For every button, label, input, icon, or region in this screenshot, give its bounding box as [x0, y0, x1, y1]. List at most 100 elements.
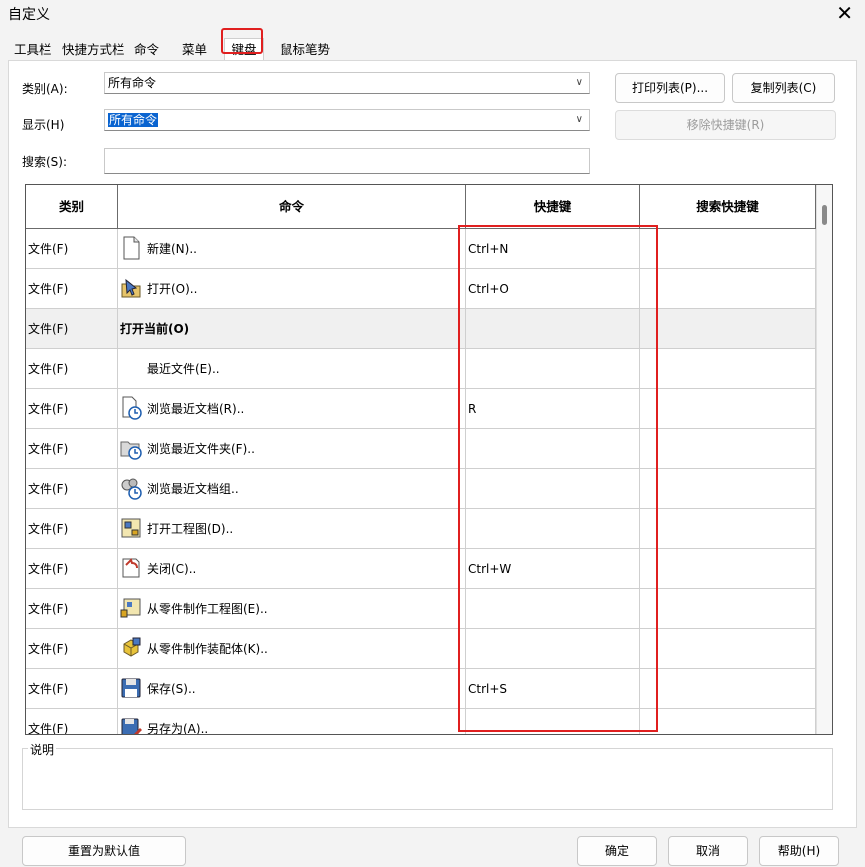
table-row[interactable]: 文件(F) 从零件制作装配体(K)..: [26, 629, 816, 669]
column-header-shortcut[interactable]: 快捷键: [466, 185, 640, 229]
table-row[interactable]: 文件(F) 浏览最近文件夹(F)..: [26, 429, 816, 469]
table-row[interactable]: 文件(F) 浏览最近文档组..: [26, 469, 816, 509]
vertical-scrollbar[interactable]: [816, 185, 832, 734]
help-button[interactable]: 帮助(H): [759, 836, 839, 866]
command-label: 从零件制作装配体(K)..: [147, 642, 268, 656]
command-label: 从零件制作工程图(E)..: [147, 602, 268, 616]
shortcut-cell[interactable]: [466, 509, 640, 549]
command-label: 最近文件(E)..: [147, 362, 220, 376]
table-row[interactable]: 文件(F) 新建(N).. Ctrl+N: [26, 229, 816, 269]
shortcut-cell[interactable]: Ctrl+S: [466, 669, 640, 709]
ok-button[interactable]: 确定: [577, 836, 657, 866]
tab-strip: 工具栏 快捷方式栏 命令 菜单 键盘 鼠标笔势: [0, 38, 865, 61]
chevron-down-icon: ∨: [575, 114, 583, 125]
tab-shortcut-bar[interactable]: 快捷方式栏: [62, 40, 125, 60]
show-value: 所有命令: [108, 113, 159, 127]
scrollbar-thumb[interactable]: [822, 205, 827, 225]
search-input[interactable]: [104, 148, 590, 174]
make-drawing-icon: [120, 598, 141, 618]
table-row[interactable]: 文件(F) 最近文件(E)..: [26, 349, 816, 389]
shortcut-cell[interactable]: [466, 629, 640, 669]
window-title: 自定义: [8, 7, 50, 23]
command-label: 保存(S)..: [147, 682, 196, 696]
shortcut-cell[interactable]: [466, 589, 640, 629]
command-label: 打开(O)..: [147, 282, 198, 296]
row-category: 文件(F): [26, 269, 118, 309]
shortcut-cell[interactable]: [466, 429, 640, 469]
table-row[interactable]: 文件(F) 关闭(C).. Ctrl+W: [26, 549, 816, 589]
row-category: 文件(F): [26, 629, 118, 669]
command-label: 另存为(A)..: [147, 722, 209, 735]
search-label: 搜索(S):: [22, 155, 68, 169]
copy-list-button[interactable]: 复制列表(C): [732, 73, 835, 103]
search-shortcut-cell[interactable]: [640, 389, 816, 429]
row-command: 打开工程图(D)..: [118, 509, 466, 549]
column-header-category[interactable]: 类别: [26, 185, 118, 229]
tab-commands[interactable]: 命令: [134, 40, 159, 60]
search-shortcut-cell[interactable]: [640, 309, 816, 349]
search-shortcut-cell[interactable]: [640, 269, 816, 309]
command-label: 新建(N)..: [147, 242, 197, 256]
row-category: 文件(F): [26, 309, 118, 349]
search-shortcut-cell[interactable]: [640, 509, 816, 549]
row-command: 关闭(C)..: [118, 549, 466, 589]
command-label: 打开工程图(D)..: [147, 522, 234, 536]
reset-defaults-button[interactable]: 重置为默认值: [22, 836, 186, 866]
table-row-group[interactable]: 文件(F) 打开当前(O): [26, 309, 816, 349]
search-shortcut-cell[interactable]: [640, 429, 816, 469]
row-command: 打开当前(O): [118, 309, 466, 349]
table-row[interactable]: 文件(F) 保存(S).. Ctrl+S: [26, 669, 816, 709]
table-row[interactable]: 文件(F) 浏览最近文档(R).. R: [26, 389, 816, 429]
table-row[interactable]: 文件(F) 另存为(A)..: [26, 709, 816, 735]
shortcut-cell[interactable]: [466, 349, 640, 389]
shortcut-cell[interactable]: [466, 709, 640, 734]
close-icon[interactable]: ✕: [836, 0, 853, 26]
search-shortcut-cell[interactable]: [640, 709, 816, 734]
tab-toolbars[interactable]: 工具栏: [14, 40, 52, 60]
command-label: 浏览最近文档组..: [147, 482, 239, 496]
open-folder-icon: [121, 278, 141, 298]
table-row[interactable]: 文件(F) 打开工程图(D)..: [26, 509, 816, 549]
shortcut-cell[interactable]: [466, 469, 640, 509]
row-command: 从零件制作工程图(E)..: [118, 589, 466, 629]
category-dropdown[interactable]: 所有命令 ∨: [104, 72, 590, 94]
row-category: 文件(F): [26, 709, 118, 734]
search-shortcut-cell[interactable]: [640, 469, 816, 509]
recent-folder-icon: [120, 441, 142, 460]
search-shortcut-cell[interactable]: [640, 669, 816, 709]
search-shortcut-cell[interactable]: [640, 229, 816, 269]
category-value: 所有命令: [108, 76, 157, 90]
table-row[interactable]: 文件(F) 从零件制作工程图(E)..: [26, 589, 816, 629]
shortcut-table: 类别 命令 快捷键 搜索快捷键 文件(F) 新建(N).. Ctrl+N 文件(…: [25, 184, 833, 735]
new-document-icon: [123, 236, 140, 260]
show-dropdown[interactable]: 所有命令 ∨: [104, 109, 590, 131]
close-document-icon: [122, 558, 140, 578]
command-label: 浏览最近文档(R)..: [147, 402, 245, 416]
cancel-button[interactable]: 取消: [668, 836, 748, 866]
remove-shortcut-button[interactable]: 移除快捷键(R): [615, 110, 836, 140]
row-command: 另存为(A)..: [118, 709, 466, 735]
save-as-icon: [121, 718, 142, 734]
search-shortcut-cell[interactable]: [640, 629, 816, 669]
shortcut-cell[interactable]: R: [466, 389, 640, 429]
row-command: 浏览最近文件夹(F)..: [118, 429, 466, 469]
recent-document-icon: [122, 396, 142, 420]
table-row[interactable]: 文件(F) 打开(O).. Ctrl+O: [26, 269, 816, 309]
category-label: 类别(A):: [22, 82, 68, 96]
search-shortcut-cell[interactable]: [640, 589, 816, 629]
print-list-button[interactable]: 打印列表(P)...: [615, 73, 725, 103]
search-shortcut-cell[interactable]: [640, 349, 816, 389]
column-header-search-shortcut[interactable]: 搜索快捷键: [640, 185, 816, 229]
command-label: 浏览最近文件夹(F)..: [147, 442, 255, 456]
column-header-command[interactable]: 命令: [118, 185, 466, 229]
show-label: 显示(H): [22, 118, 65, 132]
tab-menus[interactable]: 菜单: [182, 40, 207, 60]
shortcut-cell[interactable]: Ctrl+O: [466, 269, 640, 309]
description-box: [22, 748, 833, 810]
shortcut-cell[interactable]: Ctrl+N: [466, 229, 640, 269]
tab-mouse-gestures[interactable]: 鼠标笔势: [280, 40, 330, 60]
shortcut-cell[interactable]: [466, 309, 640, 349]
search-shortcut-cell[interactable]: [640, 549, 816, 589]
make-assembly-icon: [123, 637, 141, 657]
shortcut-cell[interactable]: Ctrl+W: [466, 549, 640, 589]
